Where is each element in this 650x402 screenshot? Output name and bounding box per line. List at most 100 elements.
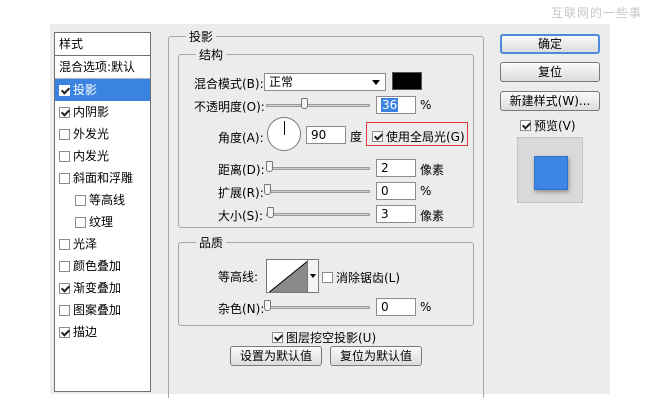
style-list-checkbox[interactable] [59, 304, 70, 316]
style-list-checkbox[interactable] [59, 238, 70, 250]
opacity-unit: % [420, 98, 432, 112]
style-list-item-label: 渐变叠加 [73, 281, 122, 295]
style-list-checkbox[interactable] [59, 84, 70, 96]
style-list-item-label: 外发光 [73, 127, 110, 141]
spread-label: 扩展(R): [218, 186, 264, 200]
reset-default-button[interactable]: 复位为默认值 [330, 346, 422, 366]
opacity-slider-track[interactable] [266, 104, 370, 107]
style-list-checkbox[interactable] [59, 128, 70, 140]
style-list-item[interactable]: 光泽 [55, 233, 150, 255]
size-slider-track[interactable] [266, 213, 370, 216]
knockout-checkbox-row[interactable]: 图层挖空投影(U) [272, 329, 376, 346]
noise-slider-thumb[interactable] [264, 300, 271, 311]
style-list-checkbox[interactable] [59, 172, 70, 184]
style-list-item[interactable]: 投影 [55, 78, 150, 101]
style-list-item[interactable]: 图案叠加 [55, 299, 150, 321]
style-list-checkbox[interactable] [59, 260, 70, 272]
style-list-item[interactable]: 内阴影 [55, 101, 150, 123]
opacity-input[interactable]: 36 [376, 96, 416, 114]
spread-input[interactable]: 0 [376, 182, 416, 200]
distance-slider-track[interactable] [266, 167, 370, 170]
style-list-checkbox[interactable] [59, 326, 70, 338]
style-list-item-label: 图案叠加 [73, 303, 122, 317]
preview-checkbox-row[interactable]: 预览(V) [520, 117, 576, 134]
reset-button[interactable]: 复位 [500, 62, 600, 82]
layer-style-dialog: 样式 混合选项:默认 投影 内阴影 外发光 内发光 斜面和浮雕 等高线 纹理 光泽 颜色叠加 渐变叠… [50, 24, 610, 398]
chevron-down-icon [372, 80, 380, 85]
style-list-item[interactable]: 渐变叠加 [55, 277, 150, 299]
contour-label: 等高线: [218, 270, 259, 284]
style-list-checkbox[interactable] [75, 216, 86, 228]
style-list-item-label: 光泽 [73, 237, 98, 251]
angle-label: 角度(A): [218, 131, 264, 145]
style-list-item-label: 内发光 [73, 149, 110, 163]
knockout-label: 图层挖空投影(U) [286, 331, 377, 345]
distance-slider-thumb[interactable] [266, 161, 273, 172]
global-light-checkbox-row[interactable]: 使用全局光(G) [372, 128, 465, 145]
distance-input[interactable]: 2 [376, 159, 416, 177]
opacity-slider-thumb[interactable] [301, 98, 308, 109]
noise-slider-track[interactable] [266, 306, 370, 309]
structure-title: 结构 [196, 46, 227, 63]
angle-needle [284, 121, 285, 135]
style-list-item[interactable]: 混合选项:默认 [55, 56, 150, 78]
style-preview [517, 137, 583, 203]
noise-label: 杂色(N): [218, 302, 265, 316]
size-unit: 像素 [420, 209, 445, 223]
blend-mode-value: 正常 [269, 75, 294, 89]
style-list-item[interactable]: 颜色叠加 [55, 255, 150, 277]
style-list-item-label: 投影 [73, 83, 98, 97]
style-list-checkbox[interactable] [75, 194, 86, 206]
spread-slider-thumb[interactable] [264, 184, 271, 195]
spread-unit: % [420, 184, 432, 198]
style-list-items: 混合选项:默认投影内阴影外发光内发光斜面和浮雕等高线纹理光泽颜色叠加渐变叠加图案… [55, 56, 150, 343]
preview-swatch [534, 156, 568, 190]
style-list-checkbox[interactable] [59, 282, 70, 294]
style-list-item-label: 等高线 [89, 193, 126, 207]
contour-picker[interactable] [266, 259, 308, 293]
global-light-checkbox[interactable] [372, 131, 383, 142]
new-style-button[interactable]: 新建样式(W)... [500, 91, 600, 111]
style-list-checkbox[interactable] [59, 106, 70, 118]
size-input[interactable]: 3 [376, 205, 416, 223]
angle-input[interactable]: 90 [306, 126, 346, 144]
knockout-checkbox[interactable] [272, 332, 283, 343]
blend-mode-label: 混合模式(B): [194, 77, 264, 91]
preview-checkbox[interactable] [520, 120, 531, 131]
antialias-checkbox-row[interactable]: 消除锯齿(L) [322, 269, 400, 286]
distance-label: 距离(D): [218, 163, 265, 177]
style-list-item[interactable]: 纹理 [55, 211, 150, 233]
antialias-checkbox[interactable] [322, 272, 333, 283]
style-list-item[interactable]: 描边 [55, 321, 150, 343]
style-list-checkbox[interactable] [59, 150, 70, 162]
style-list-item-label: 纹理 [89, 215, 114, 229]
angle-unit: 度 [350, 130, 363, 144]
style-list-item[interactable]: 内发光 [55, 145, 150, 167]
style-list-item-label: 混合选项:默认 [59, 60, 136, 74]
spread-slider-track[interactable] [266, 190, 370, 193]
opacity-value: 36 [381, 98, 399, 112]
quality-title: 品质 [196, 234, 227, 251]
style-list-item-label: 斜面和浮雕 [73, 171, 134, 185]
preview-label: 预览(V) [534, 119, 576, 133]
shadow-color-swatch[interactable] [392, 72, 422, 90]
style-list-item[interactable]: 等高线 [55, 189, 150, 211]
size-slider-thumb[interactable] [267, 207, 274, 218]
ok-button[interactable]: 确定 [500, 34, 600, 54]
blend-mode-dropdown[interactable]: 正常 [264, 73, 386, 91]
style-list: 样式 混合选项:默认 投影 内阴影 外发光 内发光 斜面和浮雕 等高线 纹理 光泽 颜色叠加 渐变叠… [54, 32, 151, 392]
angle-dial[interactable] [267, 117, 301, 151]
size-label: 大小(S): [218, 209, 264, 223]
style-list-item-label: 颜色叠加 [73, 259, 122, 273]
style-list-item[interactable]: 斜面和浮雕 [55, 167, 150, 189]
style-list-item-label: 内阴影 [73, 105, 110, 119]
set-default-button[interactable]: 设置为默认值 [230, 346, 322, 366]
drop-shadow-title: 投影 [186, 28, 217, 45]
noise-input[interactable]: 0 [376, 298, 416, 316]
watermark-text: 互联网的一些事 [550, 6, 642, 20]
noise-unit: % [420, 300, 432, 314]
opacity-label: 不透明度(O): [194, 100, 265, 114]
style-list-item-label: 描边 [73, 325, 98, 339]
contour-dropdown-button[interactable] [308, 259, 319, 293]
style-list-item[interactable]: 外发光 [55, 123, 150, 145]
